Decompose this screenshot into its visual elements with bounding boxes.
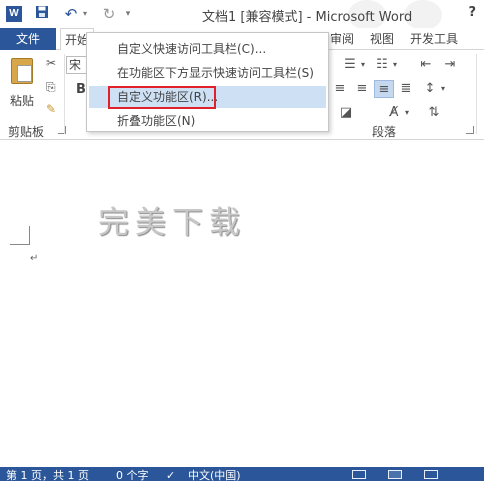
menu-item-customize-qat[interactable]: 自定义快速访问工具栏(C)...: [89, 38, 326, 60]
paste-button[interactable]: 粘贴: [6, 56, 38, 110]
help-button[interactable]: ?: [468, 5, 476, 20]
tab-review[interactable]: 审阅: [330, 28, 354, 50]
window-title: 文档1 [兼容模式] - Microsoft Word: [202, 10, 413, 25]
group-divider: [476, 54, 477, 134]
save-icon[interactable]: [32, 4, 52, 24]
paragraph-dialog-launcher-icon[interactable]: [466, 126, 474, 134]
menu-item-show-qat-below[interactable]: 在功能区下方显示快速访问工具栏(S): [89, 62, 326, 84]
margin-corner-mark: [29, 226, 30, 245]
increase-indent-icon[interactable]: ⇥: [440, 56, 460, 74]
line-spacing-icon[interactable]: ↕: [420, 80, 440, 98]
customize-qat-dropdown-icon[interactable]: ▾: [122, 4, 134, 24]
bold-icon[interactable]: B: [76, 82, 86, 97]
numbering-dropdown-icon[interactable]: ▾: [390, 56, 400, 74]
font-name-box[interactable]: 宋: [66, 56, 88, 74]
asian-layout-icon[interactable]: A̸: [384, 104, 404, 122]
language-indicator[interactable]: 中文(中国): [188, 467, 241, 481]
web-layout-icon[interactable]: [424, 470, 438, 479]
align-left-icon[interactable]: ≡: [330, 80, 350, 98]
menu-item-collapse-ribbon[interactable]: 折叠功能区(N): [89, 110, 326, 132]
copy-icon[interactable]: ⎘: [46, 80, 56, 95]
tab-view[interactable]: 视图: [370, 28, 394, 50]
numbering-icon[interactable]: ☷: [372, 56, 392, 74]
cut-icon[interactable]: ✂: [46, 56, 56, 70]
justify-icon[interactable]: ≡: [374, 80, 394, 98]
clipboard-group-label: 剪贴板: [8, 125, 45, 139]
menu-item-customize-ribbon[interactable]: 自定义功能区(R)...: [89, 86, 326, 108]
undo-icon[interactable]: ↶: [62, 4, 80, 24]
watermark-text: 完美下载: [98, 205, 246, 241]
clipboard-icon: [11, 58, 33, 84]
ribbon-context-menu: 自定义快速访问工具栏(C)... 在功能区下方显示快速访问工具栏(S) 自定义功…: [86, 32, 329, 132]
redo-icon[interactable]: ↻: [100, 4, 118, 24]
status-bar: 第 1 页，共 1 页 0 个字 ✓ 中文(中国): [0, 467, 484, 481]
print-layout-icon[interactable]: [388, 470, 402, 479]
decrease-indent-icon[interactable]: ⇤: [416, 56, 436, 74]
document-canvas[interactable]: [0, 141, 484, 467]
paste-label: 粘贴: [9, 94, 34, 108]
shading-icon[interactable]: ◪: [336, 104, 356, 122]
asian-layout-dropdown-icon[interactable]: ▾: [402, 104, 412, 122]
bullets-dropdown-icon[interactable]: ▾: [358, 56, 368, 74]
margin-corner-mark: [10, 244, 30, 245]
line-spacing-dropdown-icon[interactable]: ▾: [438, 80, 448, 98]
bullets-icon[interactable]: ☰: [340, 56, 360, 74]
title-bar: W ↶ ▾ ↻ ▾ 文档1 [兼容模式] - Microsoft Word ?: [0, 0, 484, 30]
sort-icon[interactable]: ⇅: [424, 104, 444, 122]
distributed-icon[interactable]: ≣: [396, 80, 416, 98]
word-app-icon[interactable]: W: [6, 6, 22, 22]
tab-file[interactable]: 文件: [0, 28, 56, 50]
group-divider: [64, 54, 65, 134]
paragraph-group-label: 段落: [372, 125, 397, 139]
proofing-icon[interactable]: ✓: [166, 467, 175, 481]
page-count[interactable]: 第 1 页，共 1 页: [6, 467, 89, 481]
format-painter-icon[interactable]: ✎: [46, 102, 56, 116]
word-count[interactable]: 0 个字: [116, 467, 149, 481]
tab-developer[interactable]: 开发工具: [410, 28, 458, 50]
paragraph-mark: ↵: [30, 253, 39, 264]
read-mode-icon[interactable]: [352, 470, 366, 479]
undo-dropdown-icon[interactable]: ▾: [80, 4, 90, 24]
align-center-icon[interactable]: ≡: [352, 80, 372, 98]
